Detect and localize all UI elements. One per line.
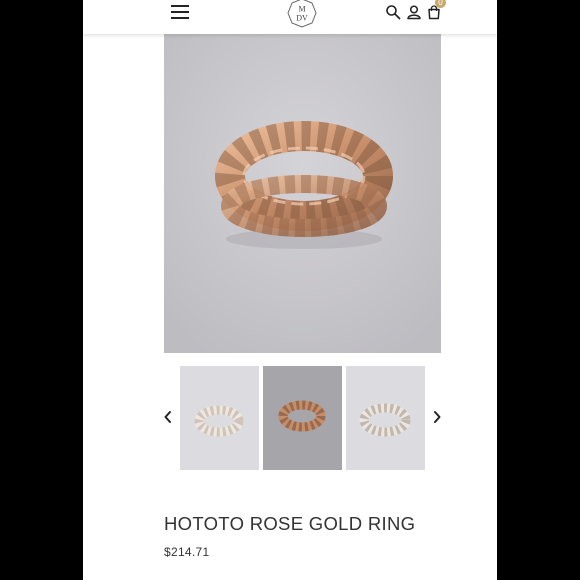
menu-button[interactable]: [171, 5, 191, 21]
silver-ring-thumbnail: [346, 366, 425, 470]
rose-gold-ring-thumbnail: [263, 366, 342, 470]
menu-bar: [171, 17, 189, 19]
user-icon[interactable]: [406, 4, 422, 20]
cart-count-badge: 0: [435, 0, 446, 8]
product-title: HOTOTO ROSE GOLD RING: [164, 513, 416, 534]
logo-text-bottom: DV: [296, 14, 308, 23]
menu-bar: [171, 11, 189, 13]
site-header: M DV 0: [83, 0, 497, 34]
product-page: M DV 0 HOTOTO ROSE GOLD RING $214.71: [83, 0, 497, 580]
thumbnail-gallery: [83, 366, 497, 472]
brand-logo[interactable]: M DV: [287, 0, 317, 28]
chevron-left-icon[interactable]: [163, 410, 173, 424]
thumbnail-3[interactable]: [346, 366, 425, 470]
main-product-image[interactable]: [164, 34, 441, 353]
chevron-right-icon[interactable]: [432, 410, 442, 424]
thumbnail-1[interactable]: [180, 366, 259, 470]
search-icon[interactable]: [385, 4, 401, 20]
product-price: $214.71: [164, 545, 210, 559]
logo-text-top: M: [298, 5, 305, 14]
thumbnail-2-selected[interactable]: [263, 366, 342, 470]
menu-bar: [171, 5, 189, 7]
silver-ring-thumbnail: [180, 366, 259, 470]
rose-gold-ring-image: [164, 34, 441, 353]
